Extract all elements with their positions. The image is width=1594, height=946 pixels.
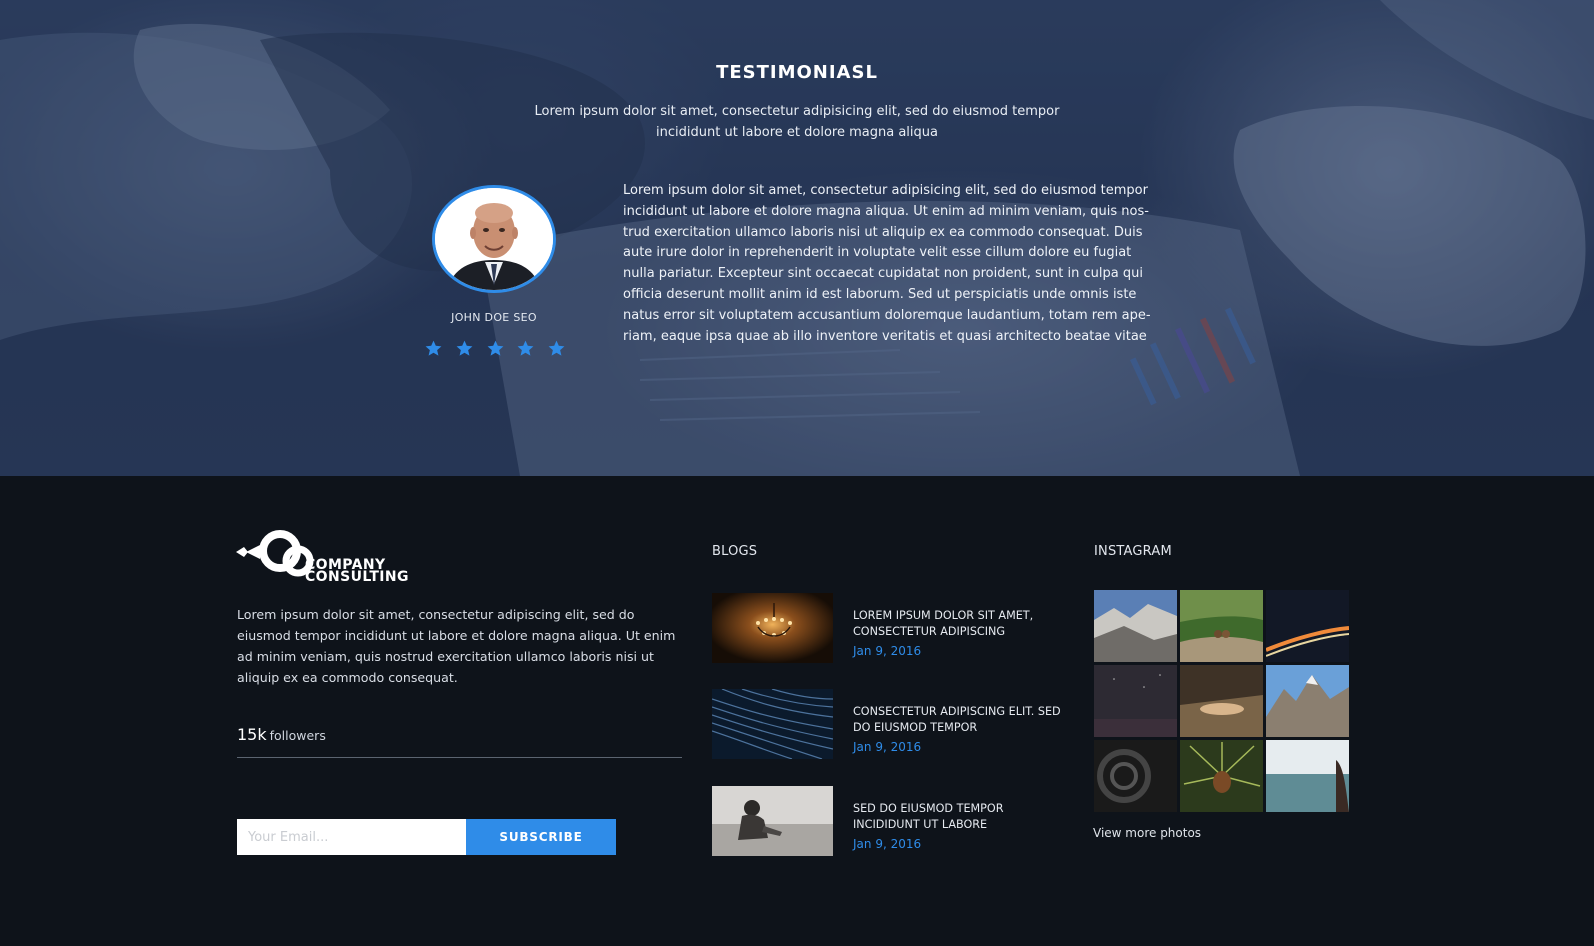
- instagram-photo[interactable]: [1180, 740, 1263, 812]
- instagram-heading: INSTAGRAM: [1094, 544, 1172, 559]
- person-name: JOHN DOE SEO: [451, 311, 537, 324]
- star-icon: [456, 340, 473, 356]
- star-trails-image: [712, 689, 833, 759]
- followers-number: 15k: [237, 725, 267, 744]
- instagram-photo[interactable]: [1266, 590, 1349, 662]
- view-more-photos-link[interactable]: View more photos: [1093, 826, 1201, 840]
- snowy-peaks-image: [1266, 665, 1349, 737]
- divider: [237, 757, 682, 758]
- sea-shore-image: [1266, 740, 1349, 812]
- blog-title[interactable]: CONSECTETUR ADIPISCING ELIT. SED DO EIUS…: [853, 704, 1063, 736]
- company-logo-text: COMPANY CONSULTING: [305, 558, 409, 585]
- blog-post[interactable]: LOREM IPSUM DOLOR SIT AMET, CONSECTETUR …: [712, 593, 1062, 665]
- blog-post[interactable]: SED DO EIUSMOD TEMPOR INCIDIDUNT UT LABO…: [712, 786, 1062, 858]
- pine-cone-image: [1180, 740, 1263, 812]
- blog-title[interactable]: SED DO EIUSMOD TEMPOR INCIDIDUNT UT LABO…: [853, 801, 1063, 833]
- instagram-photo[interactable]: [1266, 665, 1349, 737]
- night-road-image: [1266, 590, 1349, 662]
- instagram-photo[interactable]: [1094, 665, 1177, 737]
- instagram-photo[interactable]: [1180, 665, 1263, 737]
- person-photo: [435, 188, 553, 290]
- instagram-photo[interactable]: [1094, 740, 1177, 812]
- logo-line-2: CONSULTING: [305, 569, 409, 585]
- about-text: Lorem ipsum dolor sit amet, consectetur …: [237, 607, 676, 685]
- blog-post[interactable]: CONSECTETUR ADIPISCING ELIT. SED DO EIUS…: [712, 689, 1062, 761]
- testimonials-section: TESTIMONIASL Lorem ipsum dolor sit amet,…: [0, 0, 1594, 476]
- rating-stars: [424, 339, 566, 359]
- section-subtitle: Lorem ipsum dolor sit amet, consectetur …: [534, 104, 1060, 140]
- avatar: [432, 185, 556, 293]
- mountain-rocks-image: [1094, 590, 1177, 662]
- blog-thumbnail[interactable]: [712, 786, 833, 856]
- chandelier-image: [712, 593, 833, 663]
- instagram-photo[interactable]: [1180, 590, 1263, 662]
- followers-count: 15k followers: [237, 725, 326, 744]
- star-icon: [487, 340, 503, 356]
- instagram-photo[interactable]: [1094, 590, 1177, 662]
- lying-person-image: [1180, 665, 1263, 737]
- subscribe-button[interactable]: SUBSCRIBE: [466, 819, 616, 855]
- blog-thumbnail[interactable]: [712, 689, 833, 759]
- night-sky-image: [1094, 665, 1177, 737]
- forest-couple-image: [1180, 590, 1263, 662]
- child-playing-image: [712, 786, 833, 856]
- instagram-photo[interactable]: [1266, 740, 1349, 812]
- star-icon: [425, 340, 442, 356]
- testimonial-quote: Lorem ipsum dolor sit amet, consectetur …: [623, 183, 1151, 344]
- dark-tunnel-image: [1094, 740, 1177, 812]
- blog-date: Jan 9, 2016: [853, 740, 922, 754]
- blog-title[interactable]: LOREM IPSUM DOLOR SIT AMET, CONSECTETUR …: [853, 608, 1063, 640]
- email-input[interactable]: [237, 819, 466, 855]
- blog-date: Jan 9, 2016: [853, 644, 922, 658]
- followers-label: followers: [269, 728, 326, 743]
- star-icon: [517, 340, 534, 356]
- blog-thumbnail[interactable]: [712, 593, 833, 663]
- star-icon: [548, 340, 565, 356]
- section-title: TESTIMONIASL: [716, 62, 878, 83]
- instagram-grid: [1094, 590, 1349, 812]
- blogs-heading: BLOGS: [712, 544, 758, 559]
- blog-date: Jan 9, 2016: [853, 837, 922, 851]
